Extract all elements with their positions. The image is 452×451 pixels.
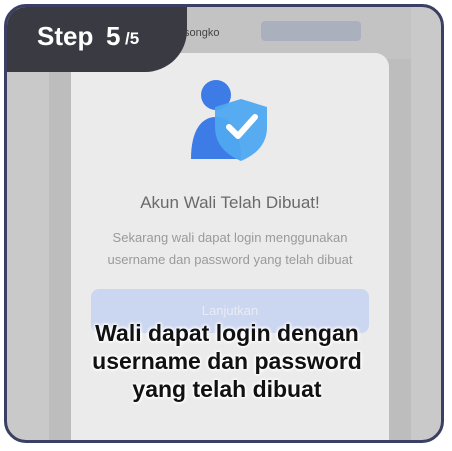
step-badge: Step 5 /5 bbox=[7, 7, 187, 72]
step-total: /5 bbox=[125, 29, 140, 48]
user-shield-check-icon bbox=[183, 75, 273, 167]
step-label: Step bbox=[37, 21, 94, 51]
caption-line-2: username dan password bbox=[92, 348, 362, 374]
tutorial-frame: songko Akun Wali Telah Dibuat! Sekarang … bbox=[4, 4, 444, 443]
dialog-title: Akun Wali Telah Dibuat! bbox=[140, 193, 320, 212]
caption-line-1: Wali dapat login dengan bbox=[95, 320, 359, 346]
caption-line-3: yang telah dibuat bbox=[132, 376, 322, 402]
app-bar-text: songko bbox=[184, 27, 220, 39]
tutorial-caption: Wali dapat login dengan username dan pas… bbox=[27, 319, 427, 403]
app-bar-pill bbox=[261, 21, 361, 41]
dialog-description: Sekarang wali dapat login menggunakan us… bbox=[107, 230, 353, 267]
step-current: 5 bbox=[106, 21, 121, 51]
